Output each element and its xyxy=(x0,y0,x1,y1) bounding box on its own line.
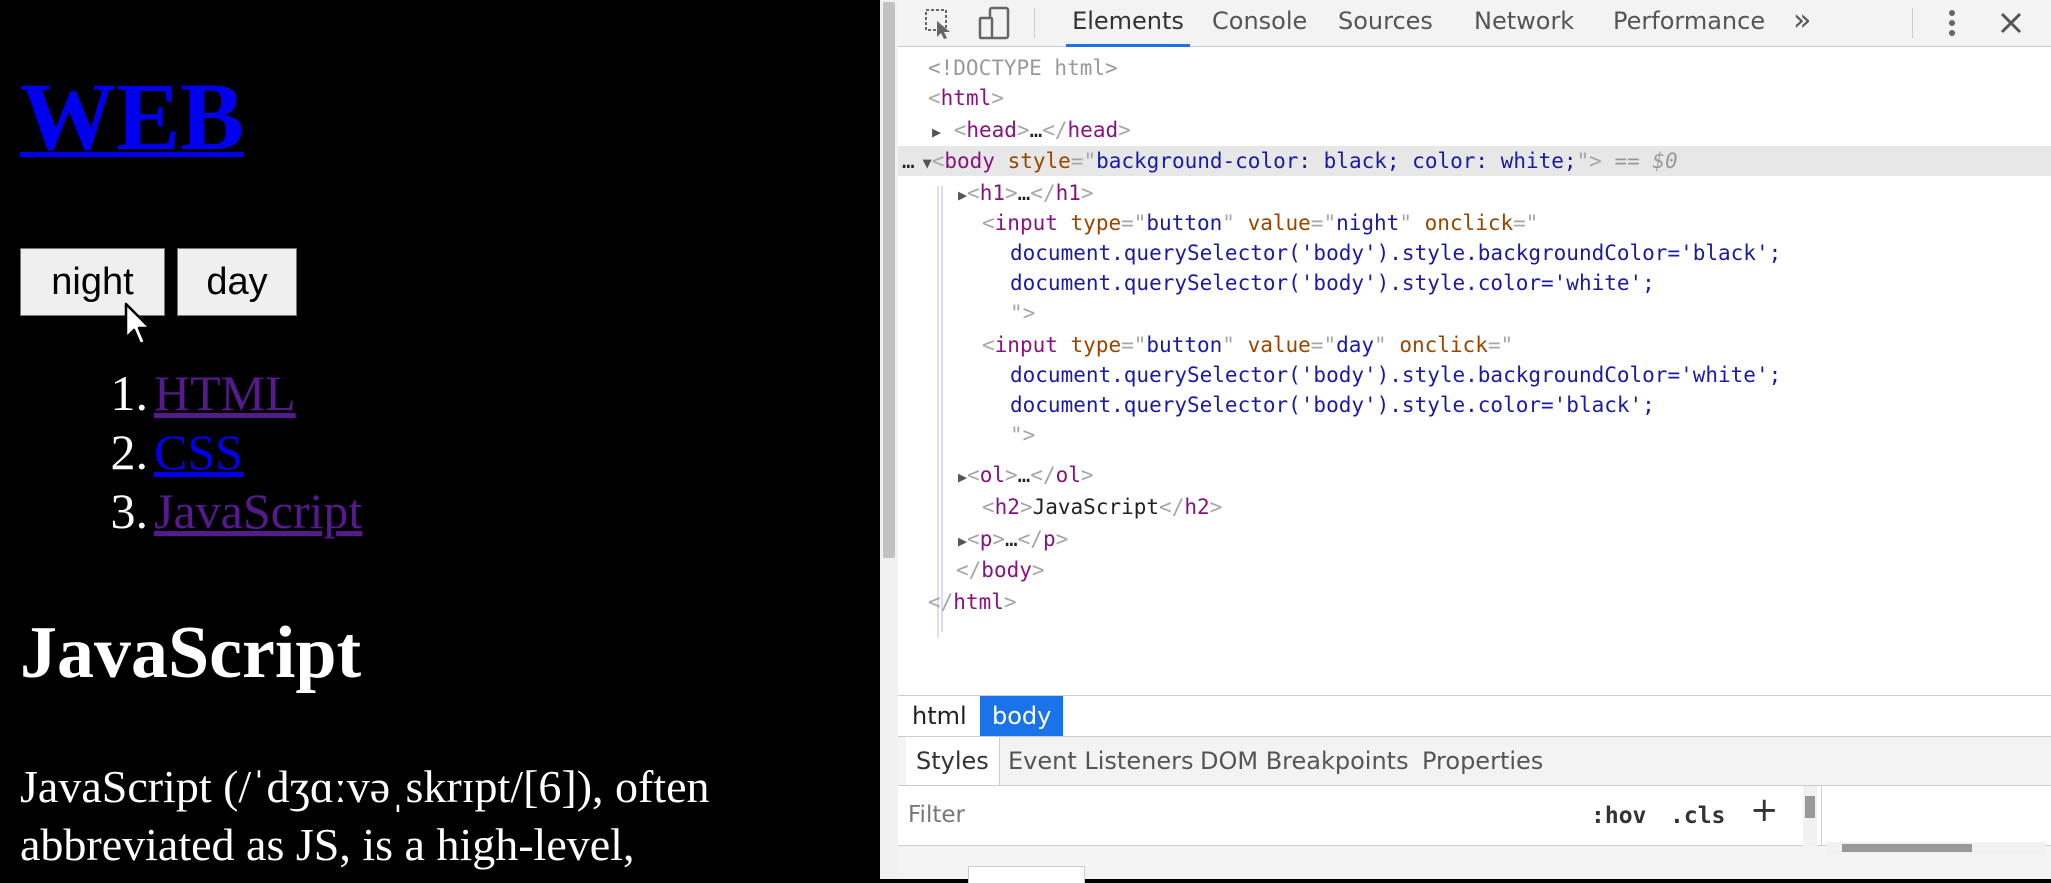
inspect-element-icon[interactable] xyxy=(920,4,958,42)
tab-properties[interactable]: Properties xyxy=(1422,737,1543,785)
onclick-line: document.querySelector('body').style.bac… xyxy=(1010,363,1782,387)
collapse-triangle-icon[interactable]: ▼ xyxy=(923,154,932,172)
onclick-line: document.querySelector('body').style.col… xyxy=(1010,393,1655,417)
dom-node-doctype[interactable]: <!DOCTYPE html> xyxy=(898,53,2051,83)
breadcrumb-html[interactable]: html xyxy=(900,696,979,736)
dom-tree: <!DOCTYPE html> <html> ▶ <head>…</head> … xyxy=(898,48,2051,694)
expand-triangle-icon[interactable]: ▶ xyxy=(932,123,941,141)
kebab-menu-icon[interactable] xyxy=(1933,4,1971,42)
list-item: 2. CSS xyxy=(110,424,243,480)
computed-hscrollbar-thumb[interactable] xyxy=(1842,844,1972,852)
dom-node-p[interactable]: ▶<p>…</p> xyxy=(898,524,2051,554)
toolbar-separator xyxy=(1034,8,1035,38)
css-link[interactable]: CSS xyxy=(154,424,243,480)
hover-state-button[interactable]: :hov xyxy=(1591,798,1646,834)
tab-elements[interactable]: Elements xyxy=(1066,0,1190,47)
styles-filter-bar: :hov .cls + xyxy=(898,786,2051,846)
section-heading: JavaScript xyxy=(20,612,362,694)
dom-node-html[interactable]: <html> xyxy=(898,83,2051,113)
close-icon[interactable] xyxy=(1992,4,2030,42)
dom-node-body-close[interactable]: </body> xyxy=(898,555,2051,585)
tab-sources[interactable]: Sources xyxy=(1338,0,1433,46)
onclick-line: document.querySelector('body').style.bac… xyxy=(1010,241,1782,265)
dom-node-h1[interactable]: ▶<h1>…</h1> xyxy=(898,178,2051,208)
expand-triangle-icon[interactable]: ▶ xyxy=(958,532,967,550)
drawer-tab[interactable] xyxy=(968,866,1085,883)
computed-hscrollbar[interactable] xyxy=(1826,842,2046,854)
tab-dom-breakpoints[interactable]: DOM Breakpoints xyxy=(1200,737,1409,785)
devtools-toolbar: Elements Console Sources Network Perform… xyxy=(898,0,2051,47)
dom-node-input-day[interactable]: <input type="button" value="day" onclick… xyxy=(898,330,2051,360)
dom-node-h2[interactable]: <h2>JavaScript</h2> xyxy=(898,492,2051,522)
dom-node-head[interactable]: ▶ <head>…</head> xyxy=(898,115,2051,145)
dom-node-body[interactable]: … ▼<body style="background-color: black; … xyxy=(898,146,2051,176)
active-tab-indicator xyxy=(1066,44,1190,47)
tab-event-listeners[interactable]: Event Listeners xyxy=(1008,737,1193,785)
expand-triangle-icon[interactable]: ▶ xyxy=(958,468,967,486)
selected-marker: == $0 xyxy=(1614,149,1678,173)
list-item: 1. HTML xyxy=(110,365,296,421)
device-toolbar-icon[interactable] xyxy=(976,4,1014,42)
dom-node-ol[interactable]: ▶<ol>…</ol> xyxy=(898,460,2051,490)
heading-link[interactable]: WEB xyxy=(20,63,244,170)
javascript-link[interactable]: JavaScript xyxy=(154,483,362,539)
article-paragraph: JavaScript (/ˈdʒɑːvəˌskrɪpt/[6]), often … xyxy=(20,761,710,870)
cursor-pointer-icon xyxy=(124,302,152,346)
class-toggle-button[interactable]: .cls xyxy=(1670,798,1725,834)
more-tabs-icon[interactable]: » xyxy=(1793,0,1811,46)
expand-triangle-icon[interactable]: ▶ xyxy=(958,186,967,204)
new-rule-button[interactable]: + xyxy=(1750,792,1779,828)
devtools-panel: Elements Console Sources Network Perform… xyxy=(898,0,2051,883)
attr-close: "> xyxy=(1010,423,1036,447)
styles-scrollbar-thumb[interactable] xyxy=(1805,796,1815,818)
breadcrumb-body[interactable]: body xyxy=(980,696,1064,736)
tab-console[interactable]: Console xyxy=(1212,0,1307,46)
tab-performance[interactable]: Performance xyxy=(1613,0,1765,46)
page-heading: WEB xyxy=(20,52,244,182)
html-link[interactable]: HTML xyxy=(154,365,296,421)
breadcrumb: html body xyxy=(898,695,2051,736)
list-item: 3. JavaScript xyxy=(110,483,363,539)
toolbar-separator xyxy=(1912,8,1913,38)
filter-input[interactable] xyxy=(906,794,1510,836)
dom-node-input-night[interactable]: <input type="button" value="night" oncli… xyxy=(898,208,2051,238)
topic-list: 1. HTML 2. CSS 3. JavaScript xyxy=(96,364,363,541)
day-button[interactable] xyxy=(177,248,297,316)
page-scrollbar[interactable] xyxy=(880,0,898,879)
page-viewport: WEB 1.HTML 2.CSS 3.JavaScript JavaScript… xyxy=(0,0,880,879)
tab-network[interactable]: Network xyxy=(1474,0,1574,46)
tab-styles[interactable]: Styles xyxy=(906,737,1000,785)
page-scrollbar-thumb[interactable] xyxy=(883,2,895,558)
dom-node-html-close[interactable]: </html> xyxy=(898,587,2051,617)
onclick-line: document.querySelector('body').style.col… xyxy=(1010,271,1655,295)
styles-tabbar: Styles Event Listeners DOM Breakpoints P… xyxy=(898,736,2051,786)
styles-scrollbar[interactable] xyxy=(1803,786,1817,846)
attr-close: "> xyxy=(1010,301,1036,325)
node-actions-icon[interactable]: … xyxy=(902,149,915,173)
